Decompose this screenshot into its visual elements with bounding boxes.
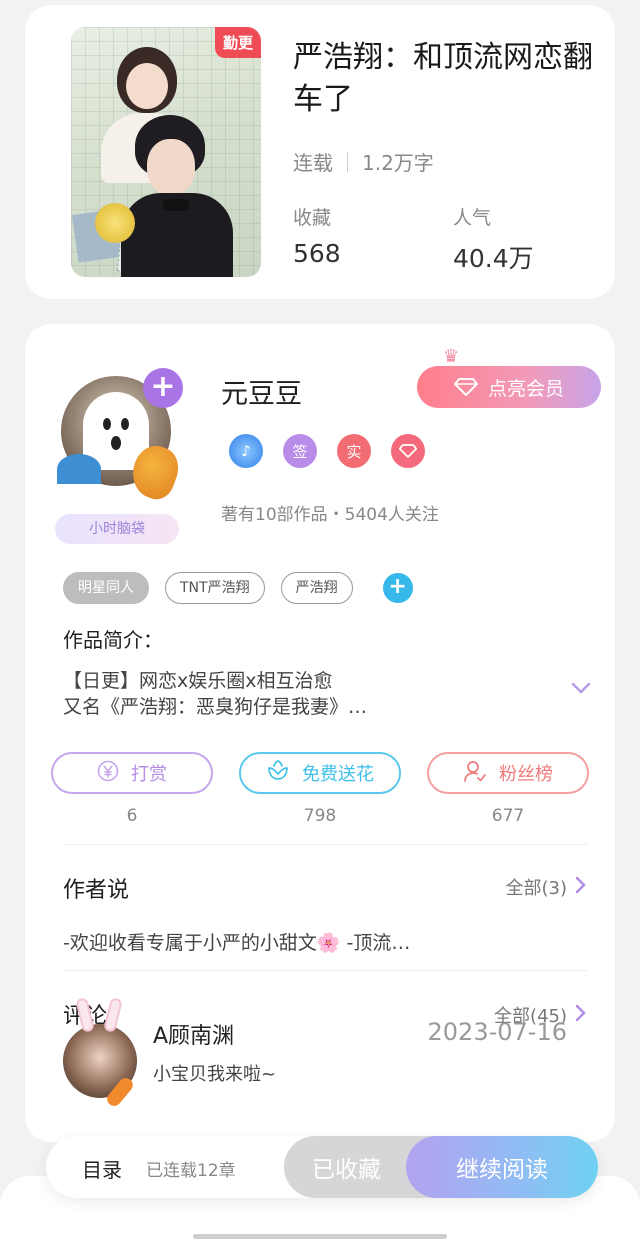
flower-count: 798 xyxy=(303,806,337,826)
sign-badge[interactable]: 签 xyxy=(283,434,317,468)
verified-badge[interactable]: 实 xyxy=(337,434,371,468)
vip-button-label: 点亮会员 xyxy=(487,377,564,400)
cover-flower xyxy=(95,203,135,243)
chevron-right-icon xyxy=(575,1004,587,1027)
cover-boy-face xyxy=(147,139,195,195)
flower-icon xyxy=(266,759,290,787)
home-indicator xyxy=(193,1234,447,1239)
intro-text[interactable]: 【日更】网恋x娱乐圈x相互治愈 又名《严浩翔：恶臭狗仔是我妻》… xyxy=(63,668,543,720)
word-count: 1.2万字 xyxy=(362,151,434,175)
tip-label: 打赏 xyxy=(131,764,167,785)
send-flower-button[interactable]: 免费送花 xyxy=(239,752,401,794)
follow-plus-icon[interactable]: + xyxy=(143,368,183,408)
section-divider xyxy=(63,970,587,971)
chapter-status: 已连载12章 xyxy=(146,1161,236,1181)
cover-bow-tie xyxy=(163,199,189,211)
book-status: 连载 xyxy=(293,151,333,175)
crown-icon: ♛ xyxy=(443,346,460,367)
author-name[interactable]: 元豆豆 xyxy=(221,372,302,411)
book-info-card: 勤更 严浩翔：和顶流网恋翻车了 连载 1.2万字 收藏 568 人气 40.4万 xyxy=(25,5,615,299)
avatar-decoration-tag: 小时脑袋 xyxy=(55,514,179,544)
author-badges: ♪ 签 实 xyxy=(229,434,425,468)
intro-label: 作品简介： xyxy=(63,628,163,652)
table-of-contents-button[interactable]: 目录 xyxy=(82,1154,122,1183)
diamond-badge-icon[interactable] xyxy=(391,434,425,468)
add-tag-plus-icon[interactable]: + xyxy=(382,573,413,603)
avatar-wave xyxy=(57,454,101,484)
send-flower-label: 免费送花 xyxy=(302,764,374,785)
comment-text[interactable]: 小宝贝我来啦~ xyxy=(153,1060,276,1086)
meta-divider xyxy=(347,151,348,172)
user-rank-icon xyxy=(463,760,487,787)
ghost-eye xyxy=(103,418,111,430)
tip-button[interactable]: 打赏 xyxy=(51,752,213,794)
update-badge: 勤更 xyxy=(214,27,261,58)
fan-count: 677 xyxy=(491,806,525,826)
ghost-eye xyxy=(121,418,129,430)
cover-girl-face xyxy=(126,63,168,109)
book-meta: 连载 1.2万字 xyxy=(293,147,434,176)
section-divider xyxy=(63,844,587,845)
tag-item[interactable]: 明星同人 xyxy=(63,572,149,604)
author-says-all-label: 全部(3) xyxy=(505,878,568,899)
action-buttons: 打赏 免费送花 粉丝榜 xyxy=(51,752,589,794)
book-cover-image[interactable]: 勤更 xyxy=(71,27,261,277)
tag-item[interactable]: 严浩翔 xyxy=(280,572,353,604)
author-stats: 著有10部作品・5404人关注 xyxy=(221,505,439,525)
music-note-icon[interactable]: ♪ xyxy=(229,434,263,468)
carrot-icon xyxy=(104,1075,136,1109)
favorites-value: 568 xyxy=(293,239,341,268)
tag-list: 明星同人 TNT严浩翔 严浩翔 + xyxy=(63,572,413,604)
fan-rank-button[interactable]: 粉丝榜 xyxy=(427,752,589,794)
book-title: 严浩翔：和顶流网恋翻车了 xyxy=(293,40,593,117)
fan-rank-label: 粉丝榜 xyxy=(499,764,553,785)
commenter-avatar[interactable] xyxy=(63,997,137,1109)
tip-count: 6 xyxy=(126,806,138,826)
popularity-value: 40.4万 xyxy=(453,244,534,273)
author-detail-card: + 小时脑袋 元豆豆 ♛ 点亮会员 ♪ 签 实 著有10部作品・5404人关注 … xyxy=(25,324,615,1142)
ghost-mouth xyxy=(111,436,121,450)
diamond-icon xyxy=(453,378,478,396)
yen-icon xyxy=(97,760,119,787)
intro-line: 又名《严浩翔：恶臭狗仔是我妻》… xyxy=(63,696,368,718)
comment-date: 2023-07-16 xyxy=(427,1018,567,1046)
chevron-down-icon[interactable] xyxy=(571,680,591,694)
chevron-right-icon xyxy=(575,876,587,899)
commenter-name[interactable]: A顾南渊 xyxy=(153,1018,234,1050)
bottom-action-bar: 目录 已连载12章 已收藏 继续阅读 xyxy=(46,1136,598,1198)
vip-button[interactable]: 点亮会员 xyxy=(417,366,601,408)
continue-reading-button[interactable]: 继续阅读 xyxy=(406,1136,598,1198)
author-says-all-link[interactable]: 全部(3) xyxy=(506,874,588,900)
author-says-title: 作者说 xyxy=(63,878,130,903)
favorites-label: 收藏 xyxy=(293,207,332,229)
tag-item[interactable]: TNT严浩翔 xyxy=(165,572,265,604)
popularity-label: 人气 xyxy=(453,207,492,229)
author-says-text[interactable]: -欢迎收看专属于小严的小甜文🌸 -顶流… xyxy=(63,928,410,955)
intro-line: 【日更】网恋x娱乐圈x相互治愈 xyxy=(63,670,333,692)
